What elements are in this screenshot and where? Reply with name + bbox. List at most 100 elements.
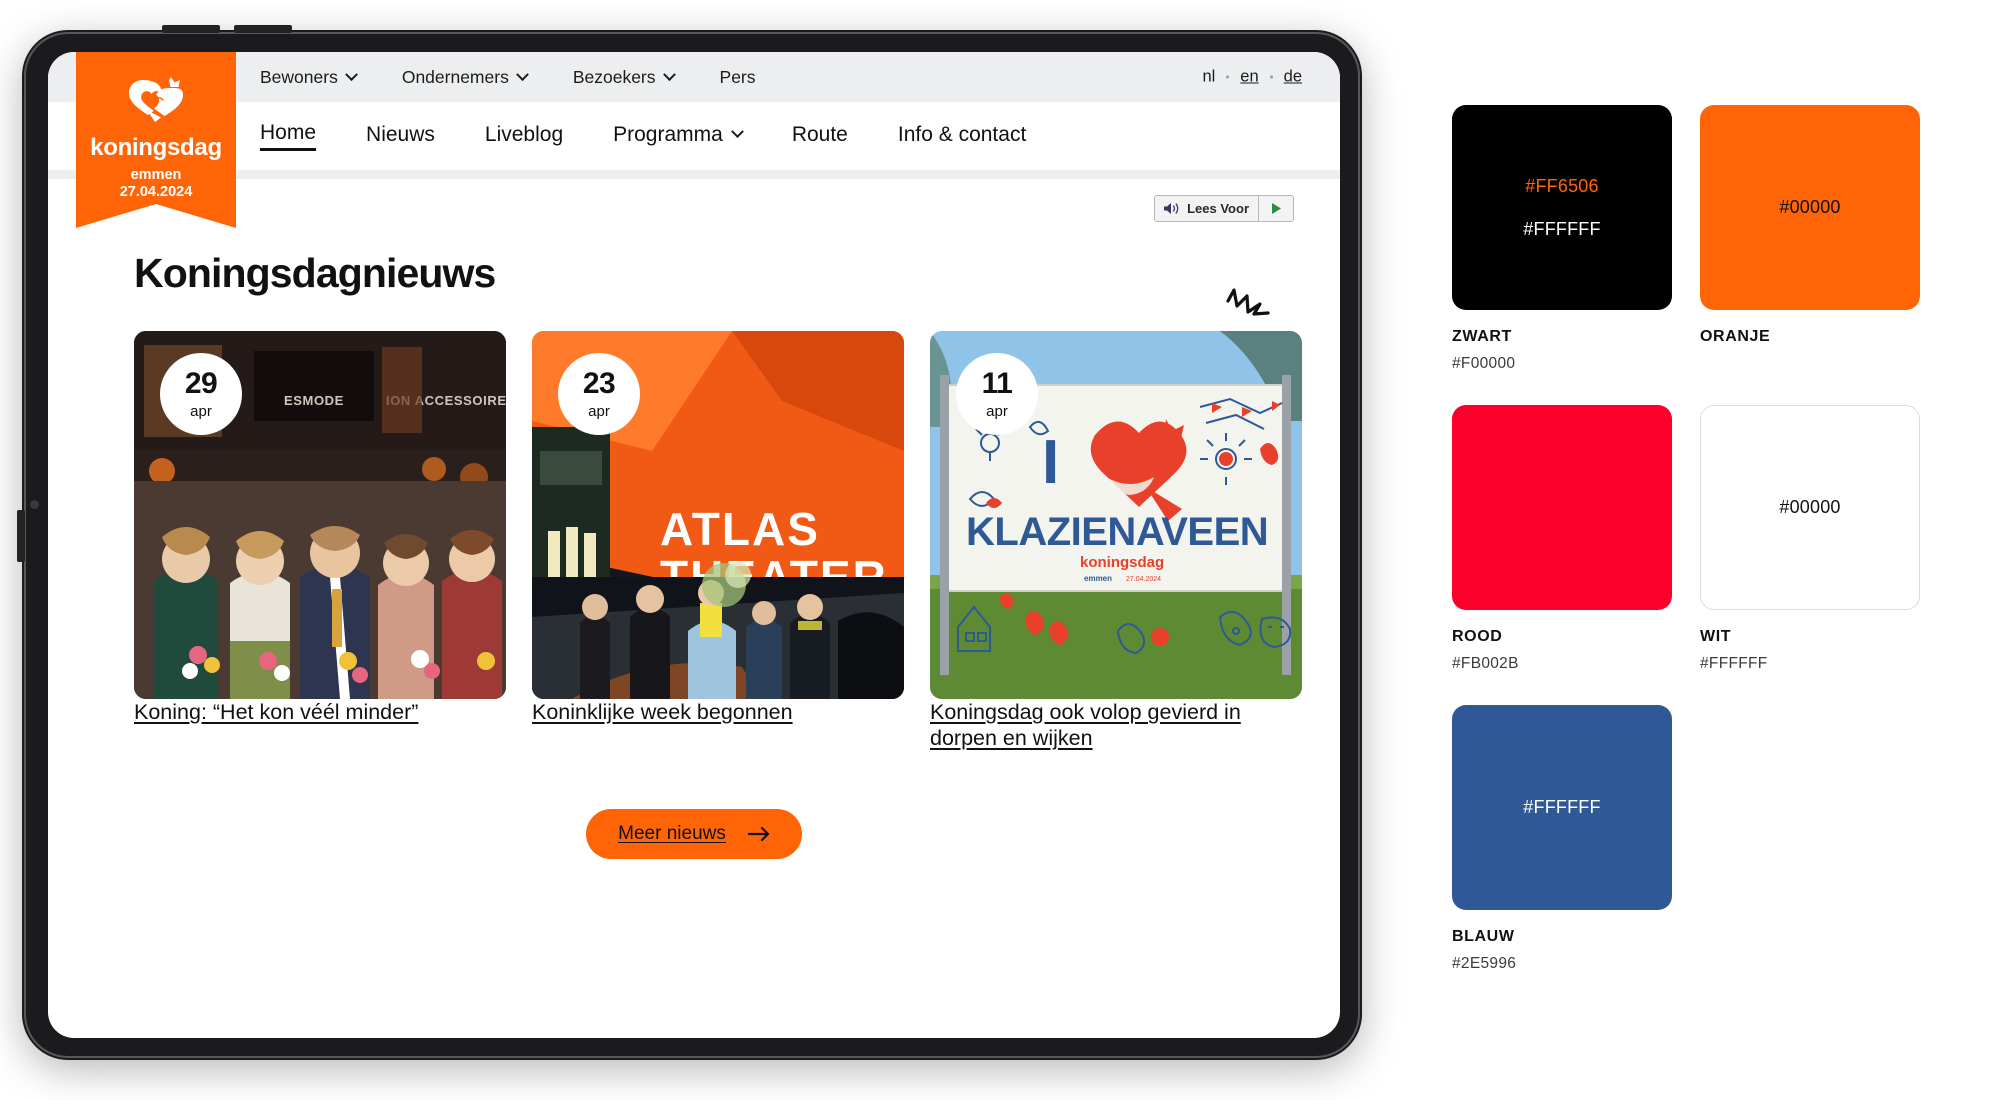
topnav-item-bezoekers[interactable]: Bezoekers <box>573 67 676 88</box>
swatch-box-blauw: #FFFFFF <box>1452 705 1672 910</box>
swatch-inner-hex: #00000 <box>1779 497 1841 517</box>
swatch-wit: #00000 WIT #FFFFFF <box>1700 405 1920 673</box>
news-card-date-badge: 23 apr <box>558 353 640 435</box>
swatch-inner-hex: #00000 <box>1779 197 1841 217</box>
news-card[interactable]: ATLAS THEATER <box>532 331 904 751</box>
logo-date: 27.04.2024 <box>119 183 193 200</box>
swatch-rood: ROOD #FB002B <box>1452 405 1672 673</box>
mainnav-item-nieuws[interactable]: Nieuws <box>366 123 435 150</box>
news-card-image[interactable]: ATLAS THEATER <box>532 331 904 699</box>
swatch-blauw: #FFFFFF BLAUW #2E5996 <box>1452 705 1672 973</box>
topnav-item-pers[interactable]: Pers <box>720 67 756 88</box>
mainnav-label: Liveblog <box>484 122 564 146</box>
mainnav-item-home[interactable]: Home <box>260 121 317 151</box>
swatch-name: ORANJE <box>1700 328 1771 345</box>
more-news-label: Meer nieuws <box>618 823 726 845</box>
main-navigation-bar: Home Nieuws Liveblog Programma Route Inf… <box>48 102 1340 170</box>
topnav-item-bewoners[interactable]: Bewoners <box>260 66 358 88</box>
mainnav-item-info-contact[interactable]: Info & contact <box>898 123 1026 150</box>
heart-crown-logo-icon <box>129 77 183 122</box>
swatch-name: WIT <box>1700 628 1732 645</box>
swatch-box-wit: #00000 <box>1700 405 1920 610</box>
swatch-row: #FFFFFF BLAUW #2E5996 <box>1452 705 1952 973</box>
lang-option-en[interactable]: en <box>1240 68 1258 87</box>
swatch-name: BLAUW <box>1452 928 1515 945</box>
swatch-hex: #FFFFFF <box>1700 655 1768 672</box>
readspeaker-container: Lees Voor <box>48 179 1340 222</box>
play-icon <box>1271 203 1281 214</box>
lang-option-nl[interactable]: nl <box>1202 68 1215 87</box>
page-title: Koningsdagnieuws <box>134 250 496 296</box>
swatch-box-oranje: #00000 <box>1700 105 1920 310</box>
nav-divider <box>48 170 1340 179</box>
topnav-label: Ondernemers <box>401 66 509 87</box>
squiggle-doodle-icon <box>1226 288 1270 316</box>
svg-text:koningsdag: koningsdag <box>1080 554 1164 571</box>
more-news-button[interactable]: Meer nieuws <box>586 809 802 860</box>
mainnav-label: Nieuws <box>366 122 435 146</box>
mainnav-label: Route <box>791 122 848 146</box>
news-card-grid: ESMODE ION ACCESSOIRES 29 apr Koning: “H… <box>134 288 1302 751</box>
swatch-hex: #2E5996 <box>1452 955 1517 972</box>
mainnav-label: Info & contact <box>897 122 1027 146</box>
readspeaker-label-group[interactable]: Lees Voor <box>1155 196 1259 221</box>
site-header: Bewoners Ondernemers Bezoekers Pers nl e… <box>48 52 1340 229</box>
swatch-hex: #FB002B <box>1452 655 1519 672</box>
mainnav-label: Programma <box>613 122 723 146</box>
swatch-inner-hex: #FFFFFF <box>1523 797 1601 817</box>
tablet-screen: Bewoners Ondernemers Bezoekers Pers nl e… <box>48 52 1340 1038</box>
mainnav-label: Home <box>260 121 317 144</box>
date-month: apr <box>588 403 610 420</box>
news-card-title[interactable]: Koninklijke week begonnen <box>532 700 793 724</box>
volume-down-button[interactable] <box>234 25 292 33</box>
arrow-right-icon <box>747 827 769 842</box>
logo-wordmark: koningsdag <box>90 134 222 161</box>
chevron-down-icon <box>662 67 676 81</box>
topnav-label: Pers <box>719 66 756 87</box>
date-month: apr <box>190 403 212 420</box>
news-card-date-badge: 11 apr <box>956 353 1038 435</box>
svg-text:ESMODE: ESMODE <box>284 393 344 408</box>
tablet-device-frame: Bewoners Ondernemers Bezoekers Pers nl e… <box>17 25 1362 1060</box>
news-card-image[interactable]: ESMODE ION ACCESSOIRES 29 apr <box>134 331 506 699</box>
readspeaker-text: Lees Voor <box>1187 201 1249 216</box>
news-card-title[interactable]: Koning: “Het kon véél minder” <box>134 700 418 724</box>
svg-text:ATLAS: ATLAS <box>660 503 820 555</box>
news-card[interactable]: I KLAZIENAVEEN koningsdag emmen 27.04.20… <box>930 331 1302 751</box>
svg-text:emmen: emmen <box>1084 574 1112 583</box>
swatch-name: ZWART <box>1452 328 1512 345</box>
site-logo[interactable]: koningsdag emmen 27.04.2024 <box>76 52 236 229</box>
date-day: 29 <box>184 367 218 400</box>
news-card[interactable]: ESMODE ION ACCESSOIRES 29 apr Koning: “H… <box>134 331 506 751</box>
page-body: Koningsdagnieuws ESMODE ION ACCESSOIRES … <box>48 250 1340 860</box>
topnav-label: Bewoners <box>260 66 338 87</box>
mainnav-item-liveblog[interactable]: Liveblog <box>485 123 563 150</box>
swatch-box-zwart: #FF6506 #FFFFFF <box>1452 105 1672 310</box>
more-news-container: Meer nieuws <box>94 809 1294 860</box>
language-switcher: nl en de <box>1202 68 1302 87</box>
power-button[interactable] <box>17 510 25 562</box>
date-day: 11 <box>981 367 1013 400</box>
mainnav-item-programma[interactable]: Programma <box>613 122 744 150</box>
swatch-hex: #F00000 <box>1452 355 1516 372</box>
speaker-icon <box>1164 203 1179 214</box>
svg-text:27.04.2024: 27.04.2024 <box>1126 576 1161 583</box>
chevron-down-icon <box>515 67 529 81</box>
readspeaker-play-button[interactable] <box>1259 196 1293 221</box>
news-card-title[interactable]: Koningsdag ook volop gevierd in dorpen e… <box>930 700 1241 750</box>
lang-option-de[interactable]: de <box>1284 68 1302 87</box>
volume-up-button[interactable] <box>162 25 220 33</box>
swatch-row: #FF6506 #FFFFFF ZWART #F00000 #00000 ORA… <box>1452 105 1952 373</box>
readspeaker-widget[interactable]: Lees Voor <box>1154 195 1294 222</box>
logo-city: emmen <box>130 167 182 183</box>
swatch-zwart: #FF6506 #FFFFFF ZWART #F00000 <box>1452 105 1672 373</box>
svg-text:I: I <box>1042 428 1059 497</box>
news-card-date-badge: 29 apr <box>160 353 242 435</box>
news-card-image[interactable]: I KLAZIENAVEEN koningsdag emmen 27.04.20… <box>930 331 1302 699</box>
swatch-box-rood <box>1452 405 1672 610</box>
swatch-oranje: #00000 ORANJE <box>1700 105 1920 373</box>
topnav-item-ondernemers[interactable]: Ondernemers <box>401 66 529 88</box>
color-palette-panel: #FF6506 #FFFFFF ZWART #F00000 #00000 ORA… <box>1452 105 1952 1005</box>
mainnav-item-route[interactable]: Route <box>792 123 848 150</box>
date-day: 23 <box>582 367 616 400</box>
